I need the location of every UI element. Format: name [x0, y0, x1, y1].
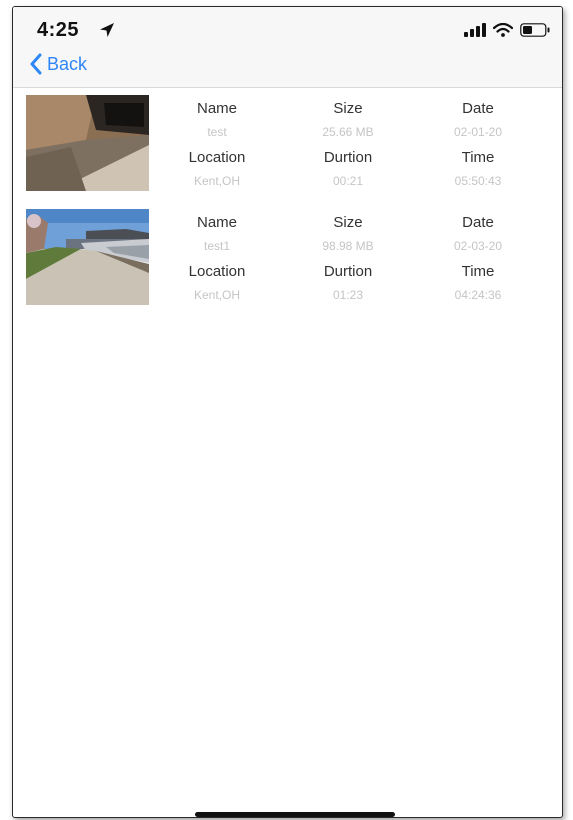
phone-screen: 4:25 Back Name Size Date test 25.66 MB 0… — [12, 6, 563, 818]
time-value: 04:24:36 — [454, 288, 502, 302]
sidewalk-thumbnail-image — [26, 209, 149, 305]
location-header: Location — [188, 149, 246, 166]
location-header: Location — [188, 263, 246, 280]
video-list: Name Size Date test 25.66 MB 02-01-20 Lo… — [13, 88, 562, 316]
name-header: Name — [196, 214, 237, 231]
cellular-signal-icon — [464, 23, 486, 37]
size-header: Size — [333, 100, 363, 117]
navigation-header: 4:25 Back — [13, 7, 562, 88]
location-value: Kent,OH — [193, 288, 241, 302]
duration-header: Durtion — [323, 263, 373, 280]
date-value: 02-01-20 — [453, 125, 503, 139]
wifi-icon — [493, 23, 513, 37]
home-indicator[interactable] — [195, 812, 395, 817]
date-header: Date — [462, 214, 494, 231]
duration-value: 01:23 — [332, 288, 364, 302]
status-icons — [464, 23, 550, 37]
date-value: 02-03-20 — [453, 239, 503, 253]
name-header: Name — [196, 100, 237, 117]
video-thumbnail-hallway — [26, 95, 149, 191]
size-value: 98.98 MB — [322, 239, 374, 253]
name-value: test — [207, 125, 227, 139]
video-row[interactable]: Name Size Date test 25.66 MB 02-01-20 Lo… — [13, 88, 562, 202]
location-value: Kent,OH — [193, 174, 241, 188]
time-header: Time — [461, 149, 495, 166]
size-header: Size — [333, 214, 363, 231]
time-value: 05:50:43 — [454, 174, 502, 188]
back-button[interactable]: Back — [29, 53, 87, 75]
size-value: 25.66 MB — [322, 125, 374, 139]
back-label: Back — [47, 53, 88, 74]
status-time: 4:25 — [37, 19, 80, 41]
date-header: Date — [462, 100, 494, 117]
chevron-left-icon — [30, 53, 42, 75]
location-arrow-icon — [100, 23, 114, 37]
video-row[interactable]: Name Size Date test1 98.98 MB 02-03-20 L… — [13, 202, 562, 316]
time-header: Time — [461, 263, 495, 280]
hallway-thumbnail-image — [26, 95, 149, 191]
battery-icon — [520, 23, 550, 37]
duration-header: Durtion — [323, 149, 373, 166]
name-value: test1 — [203, 239, 230, 253]
video-thumbnail-sidewalk — [26, 209, 149, 305]
duration-value: 00:21 — [332, 174, 364, 188]
